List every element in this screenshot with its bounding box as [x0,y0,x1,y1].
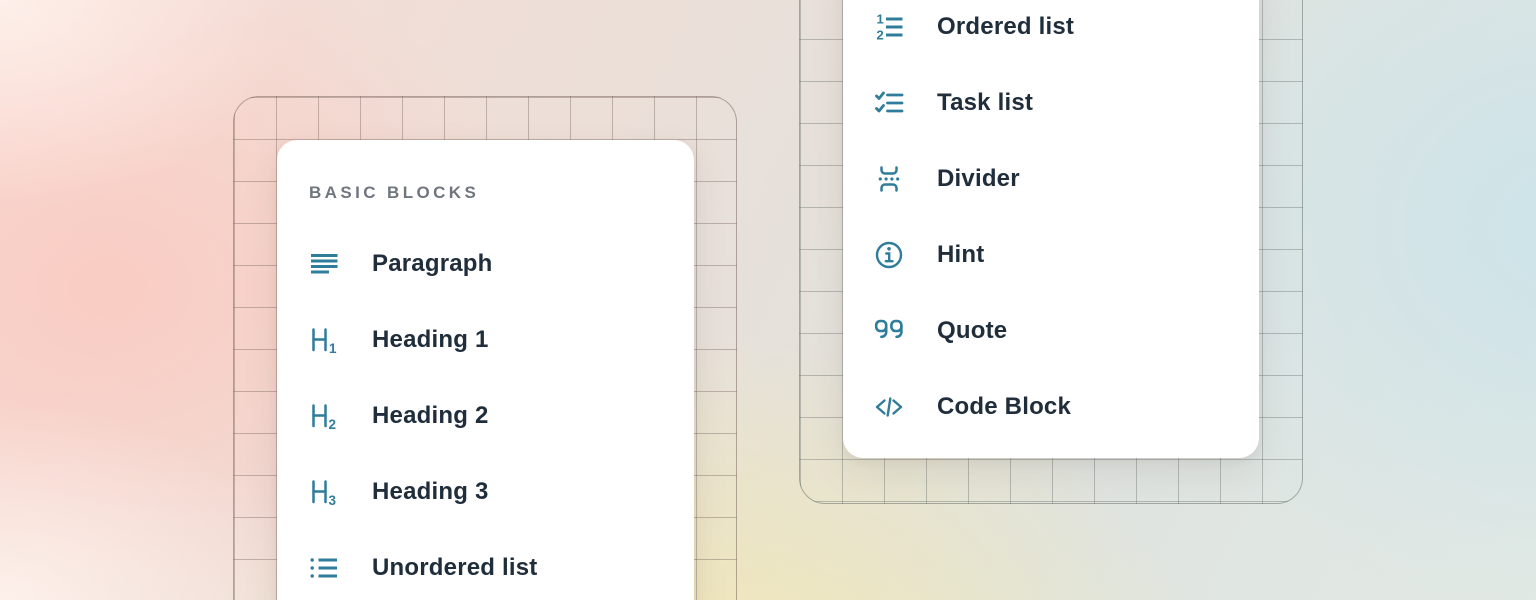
menu-item-label: Unordered list [372,554,538,582]
basic-blocks-list: Paragraph 1 Heading 1 2 Heading 2 3 Head… [309,226,694,600]
menu-item-ordered-list[interactable]: 12 Ordered list [874,0,1259,65]
svg-text:1: 1 [877,12,884,27]
svg-text:2: 2 [329,417,337,431]
unordered-list-icon [309,553,339,583]
svg-text:2: 2 [877,28,884,43]
heading-3-icon: 3 [309,477,339,507]
code-block-icon [874,392,904,422]
task-list-icon [874,88,904,118]
menu-item-task-list[interactable]: Task list [874,65,1259,141]
menu-item-label: Ordered list [937,13,1074,41]
menu-item-divider[interactable]: Divider [874,141,1259,217]
menu-item-label: Hint [937,241,984,269]
menu-item-label: Divider [937,165,1020,193]
heading-2-icon: 2 [309,401,339,431]
basic-blocks-section-label: BASIC BLOCKS [309,184,694,202]
menu-item-label: Heading 3 [372,478,489,506]
menu-item-label: Quote [937,317,1007,345]
menu-item-hint[interactable]: Hint [874,217,1259,293]
menu-item-label: Heading 2 [372,402,489,430]
menu-item-unordered-list[interactable]: Unordered list [309,530,694,600]
menu-item-code-block[interactable]: Code Block [874,369,1259,445]
divider-icon [874,164,904,194]
menu-item-quote[interactable]: Quote [874,293,1259,369]
svg-text:3: 3 [329,493,337,507]
page-background: BASIC BLOCKS Paragraph 1 Heading 1 2 Hea… [0,0,1536,600]
menu-item-label: Paragraph [372,250,493,278]
hint-icon [874,240,904,270]
more-blocks-menu-card: 12 Ordered list Task list Divider Hint Q… [843,0,1259,458]
menu-item-heading-3[interactable]: 3 Heading 3 [309,454,694,530]
menu-item-heading-2[interactable]: 2 Heading 2 [309,378,694,454]
basic-blocks-menu-card: BASIC BLOCKS Paragraph 1 Heading 1 2 Hea… [277,140,694,600]
more-blocks-list: 12 Ordered list Task list Divider Hint Q… [874,0,1259,445]
menu-item-heading-1[interactable]: 1 Heading 1 [309,302,694,378]
menu-item-label: Task list [937,89,1033,117]
menu-item-label: Heading 1 [372,326,489,354]
heading-1-icon: 1 [309,325,339,355]
menu-item-paragraph[interactable]: Paragraph [309,226,694,302]
quote-icon [874,316,904,346]
paragraph-icon [309,249,339,279]
menu-item-label: Code Block [937,393,1071,421]
ordered-list-icon: 12 [874,12,904,42]
svg-text:1: 1 [329,341,337,355]
